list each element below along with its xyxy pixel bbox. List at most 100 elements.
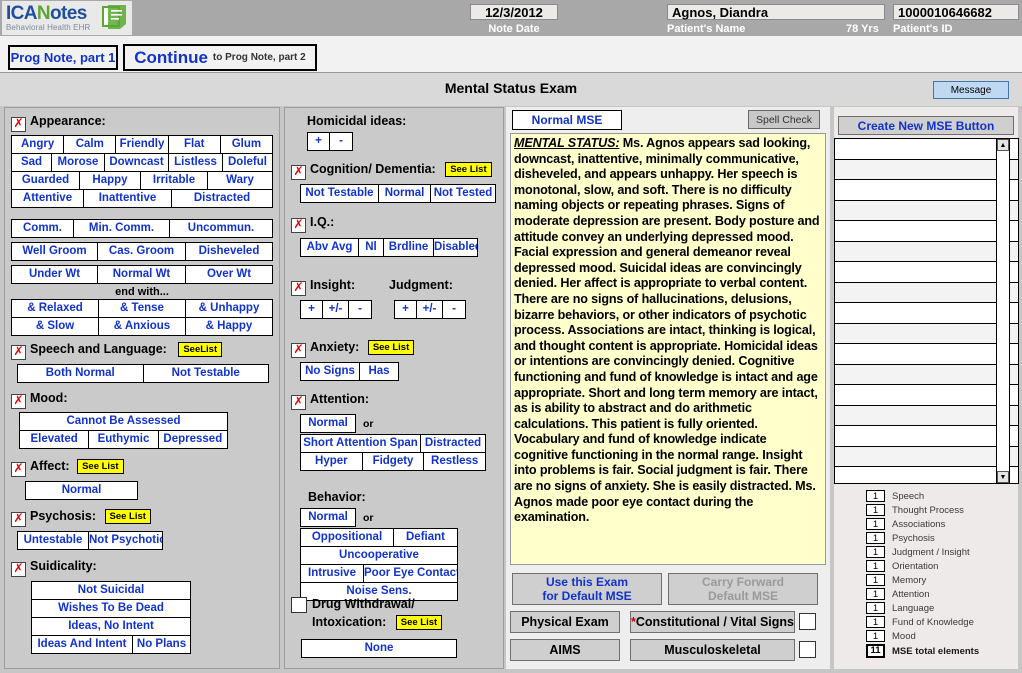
appearance-option-calm[interactable]: Calm [64, 136, 117, 153]
behavior-option-uncooperative[interactable]: Uncooperative [301, 547, 457, 564]
list-item[interactable] [835, 446, 1018, 467]
physical-exam-button[interactable]: Physical Exam [510, 611, 620, 633]
groom-option-cas-groom[interactable]: Cas. Groom [98, 243, 186, 260]
list-item[interactable] [835, 467, 1018, 483]
cognition-clear-icon[interactable]: ✗ [291, 165, 306, 180]
message-button[interactable]: Message [933, 81, 1009, 99]
prog-note-part1-button[interactable]: Prog Note, part 1 [8, 45, 118, 70]
end-option-tense[interactable]: & Tense [99, 300, 186, 317]
list-item[interactable] [835, 385, 1018, 406]
musculoskeletal-checkbox[interactable] [799, 641, 816, 658]
list-item[interactable] [835, 344, 1018, 365]
insight-option-minus[interactable]: - [349, 301, 371, 318]
list-item[interactable] [835, 426, 1018, 447]
cognition-option-not-testable[interactable]: Not Testable [301, 185, 379, 202]
suicidality-option-ideas-no-intent[interactable]: Ideas, No Intent [32, 618, 190, 635]
list-item[interactable] [835, 303, 1018, 324]
psychosis-clear-icon[interactable]: ✗ [11, 512, 26, 527]
list-item[interactable] [835, 139, 1018, 160]
appearance-option-distracted[interactable]: Distracted [172, 190, 272, 207]
mood-option-depressed[interactable]: Depressed [158, 431, 227, 448]
iq-option-abv-avg[interactable]: Abv Avg [301, 239, 359, 256]
patient-id-field[interactable]: 1000010646682 [893, 4, 1019, 20]
attention-option-short-span[interactable]: Short Attention Span [301, 435, 421, 452]
mse-buttons-listbox[interactable] [834, 138, 1019, 484]
normal-mse-button[interactable]: Normal MSE [512, 110, 622, 130]
constitutional-vital-signs-button[interactable]: * Constitutional / Vital Signs [630, 611, 795, 633]
affect-see-list-button[interactable]: See List [77, 459, 124, 474]
end-option-anxious[interactable]: & Anxious [99, 318, 186, 335]
mood-option-euthymic[interactable]: Euthymic [89, 431, 159, 448]
appearance-option-guarded[interactable]: Guarded [12, 172, 80, 189]
iq-clear-icon[interactable]: ✗ [291, 218, 306, 233]
list-item[interactable] [835, 405, 1018, 426]
cognition-option-not-tested[interactable]: Not Tested [431, 185, 495, 202]
anxiety-option-has[interactable]: Has [360, 363, 398, 380]
appearance-option-inattentive[interactable]: Inattentive [84, 190, 172, 207]
comm-option-uncommun[interactable]: Uncommun. [170, 220, 272, 237]
list-item[interactable] [835, 282, 1018, 303]
affect-option-normal[interactable]: Normal [26, 482, 137, 499]
attention-option-normal[interactable]: Normal [301, 415, 355, 432]
iq-option-brdline[interactable]: Brdline [384, 239, 434, 256]
behavior-option-poor-eye-contact[interactable]: Poor Eye Contact [364, 565, 457, 582]
suicidality-option-ideas-and-intent[interactable]: Ideas And Intent [32, 636, 133, 653]
behavior-option-normal[interactable]: Normal [301, 509, 355, 526]
mood-clear-icon[interactable]: ✗ [11, 394, 26, 409]
judgment-option-plus[interactable]: + [395, 301, 417, 318]
groom-option-disheveled[interactable]: Disheveled [186, 243, 272, 260]
use-this-exam-button[interactable]: Use this Exam for Default MSE [512, 573, 662, 605]
spell-check-button[interactable]: Spell Check [748, 110, 820, 129]
anxiety-see-list-button[interactable]: See List [367, 340, 415, 355]
speech-clear-icon[interactable]: ✗ [11, 345, 26, 360]
judgment-option-plusminus[interactable]: +/- [417, 301, 443, 318]
mood-option-cannot-be-assessed[interactable]: Cannot Be Assessed [20, 413, 227, 430]
list-item[interactable] [835, 241, 1018, 262]
suicidality-clear-icon[interactable]: ✗ [11, 562, 26, 577]
end-option-slow[interactable]: & Slow [12, 318, 99, 335]
homicidal-option-plus[interactable]: + [308, 133, 330, 150]
drug-option-none[interactable]: None [302, 640, 456, 657]
speech-option-not-testable[interactable]: Not Testable [143, 365, 268, 382]
mood-option-elevated[interactable]: Elevated [20, 431, 90, 448]
cognition-option-normal[interactable]: Normal [379, 185, 431, 202]
psychosis-see-list-button[interactable]: See List [104, 509, 151, 524]
appearance-option-listless[interactable]: Listless [169, 154, 223, 171]
suicidality-option-not-suicidal[interactable]: Not Suicidal [32, 582, 190, 599]
list-item[interactable] [835, 159, 1018, 180]
continue-button[interactable]: Continue to Prog Note, part 2 [123, 44, 317, 71]
patient-name-field[interactable]: Agnos, Diandra [667, 4, 885, 20]
weight-option-under[interactable]: Under Wt [12, 266, 98, 283]
mse-list-scrollbar[interactable]: ▲ ▼ [996, 138, 1010, 484]
drug-see-list-button[interactable]: See List [395, 615, 443, 630]
list-item[interactable] [835, 221, 1018, 242]
appearance-option-friendly[interactable]: Friendly [116, 136, 169, 153]
insight-option-plusminus[interactable]: +/- [323, 301, 349, 318]
constitutional-checkbox[interactable] [799, 613, 816, 630]
psychosis-option-untestable[interactable]: Untestable [18, 532, 89, 549]
insight-clear-icon[interactable]: ✗ [291, 281, 306, 296]
end-option-happy[interactable]: & Happy [186, 318, 272, 335]
iq-option-disabled[interactable]: Disabled. [434, 239, 477, 256]
iq-option-nl[interactable]: Nl [359, 239, 384, 256]
psychosis-option-not-psychotic[interactable]: Not Psychotic [89, 532, 162, 549]
weight-option-over[interactable]: Over Wt [186, 266, 272, 283]
appearance-option-morose[interactable]: Morose [52, 154, 105, 171]
attention-clear-icon[interactable]: ✗ [291, 395, 306, 410]
speech-option-both-normal[interactable]: Both Normal [18, 365, 144, 382]
note-date-field[interactable]: 12/3/2012 [470, 4, 558, 20]
appearance-option-glum[interactable]: Glum [220, 136, 273, 153]
homicidal-option-minus[interactable]: - [330, 133, 352, 150]
judgment-option-minus[interactable]: - [443, 301, 465, 318]
weight-option-normal[interactable]: Normal Wt [98, 266, 186, 283]
list-item[interactable] [835, 180, 1018, 201]
appearance-option-irritable[interactable]: Irritable [141, 172, 208, 189]
attention-option-hyper[interactable]: Hyper [301, 453, 363, 470]
attention-option-restless[interactable]: Restless [424, 453, 486, 470]
appearance-option-wary[interactable]: Wary [208, 172, 272, 189]
cognition-see-list-button[interactable]: See List [445, 162, 492, 177]
affect-clear-icon[interactable]: ✗ [11, 462, 26, 477]
appearance-clear-icon[interactable]: ✗ [11, 117, 26, 132]
drug-withdrawal-checkbox[interactable] [291, 597, 307, 613]
mse-narrative-textarea[interactable]: MENTAL STATUS: Ms. Agnos appears sad loo… [510, 133, 826, 565]
